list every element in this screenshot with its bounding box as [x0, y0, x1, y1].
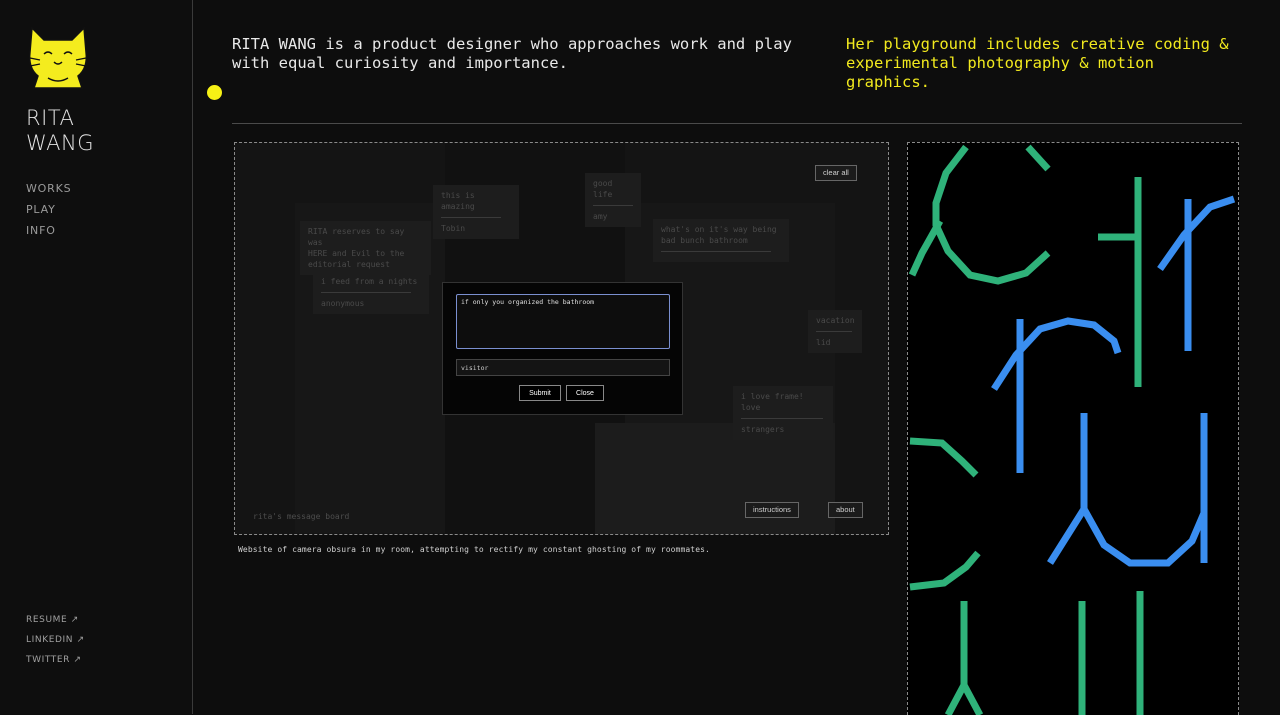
green-stroke: [932, 144, 1051, 285]
submit-button[interactable]: Submit: [519, 385, 561, 401]
resume-link[interactable]: RESUME ↗: [26, 614, 85, 634]
external-links: RESUME ↗ LINKEDIN ↗ TWITTER ↗: [26, 614, 85, 674]
note-text: bad bunch bathroom: [661, 236, 748, 245]
twitter-link[interactable]: TWITTER ↗: [26, 654, 85, 674]
note-card[interactable]: this is amazing Tobin: [433, 185, 519, 239]
note-text: i feed from a nights: [321, 277, 418, 286]
green-stroke: [944, 601, 984, 715]
note-text: i love frame! love: [741, 392, 804, 412]
yellow-dot-icon: [207, 85, 222, 100]
note-card[interactable]: i feed from a nights anonymous: [313, 271, 429, 314]
generative-letters-graphic: [908, 144, 1236, 715]
note-card[interactable]: i love frame! love strangers: [733, 386, 833, 440]
green-stroke: [1098, 177, 1142, 387]
note-text: editorial request: [308, 260, 390, 269]
close-button[interactable]: Close: [566, 385, 604, 401]
site-name-line1: RITA: [26, 106, 75, 130]
main-nav: WORKS PLAY INFO: [26, 181, 71, 244]
note-text: vacation: [816, 316, 855, 325]
intro-text: RITA WANG is a product designer who appr…: [232, 35, 792, 72]
sidebar: RITA WANG WORKS PLAY INFO RESUME ↗ LINKE…: [0, 0, 193, 714]
note-text: good life: [593, 179, 613, 199]
project-preview-message-board[interactable]: RITA reserves to say was HERE and Evil t…: [234, 142, 889, 535]
project-caption: Website of camera obsura in my room, att…: [238, 545, 710, 554]
site-name[interactable]: RITA WANG: [26, 106, 94, 156]
clear-all-button[interactable]: clear all: [815, 165, 857, 181]
green-stroke: [1078, 591, 1144, 715]
intro-side-text: Her playground includes creative coding …: [846, 35, 1229, 91]
note-card[interactable]: what's on it's way being bad bunch bathr…: [653, 219, 789, 262]
note-author: anonymous: [321, 299, 365, 308]
board-label: rita's message board: [253, 512, 350, 521]
lucky-cat-logo-icon[interactable]: [26, 22, 90, 90]
site-name-line2: WANG: [26, 131, 94, 155]
divider: [232, 123, 1242, 124]
nav-works[interactable]: WORKS: [26, 181, 71, 202]
blue-stroke: [1080, 413, 1208, 567]
green-stroke: [909, 437, 979, 478]
note-author: strangers: [741, 425, 785, 434]
note-text: this is amazing: [441, 191, 475, 211]
about-button[interactable]: about: [828, 502, 863, 518]
nav-play[interactable]: PLAY: [26, 202, 71, 223]
note-card[interactable]: good life amy: [585, 173, 641, 227]
note-card[interactable]: vacation lid: [808, 310, 862, 353]
blue-stroke: [1047, 413, 1088, 565]
note-card[interactable]: RITA reserves to say was HERE and Evil t…: [300, 221, 431, 275]
note-text: what's on it's way being: [661, 225, 777, 234]
message-modal: if only you organized the bathroom Submi…: [442, 282, 683, 415]
linkedin-link[interactable]: LINKEDIN ↗: [26, 634, 85, 654]
note-text: RITA reserves to say was: [308, 227, 405, 247]
name-input[interactable]: [456, 359, 670, 376]
green-stroke: [1025, 144, 1051, 172]
generative-type-artwork[interactable]: [907, 142, 1239, 715]
green-stroke: [909, 550, 981, 591]
note-author: amy: [593, 212, 608, 221]
blue-stroke: [1157, 195, 1236, 272]
note-author: lid: [816, 338, 831, 347]
blue-stroke: [991, 317, 1122, 391]
instructions-button[interactable]: instructions: [745, 502, 799, 518]
note-author: Tobin: [441, 224, 466, 233]
message-input[interactable]: if only you organized the bathroom: [456, 294, 670, 349]
nav-info[interactable]: INFO: [26, 223, 71, 244]
green-stroke: [908, 219, 944, 277]
note-text: HERE and Evil to the: [308, 249, 405, 258]
